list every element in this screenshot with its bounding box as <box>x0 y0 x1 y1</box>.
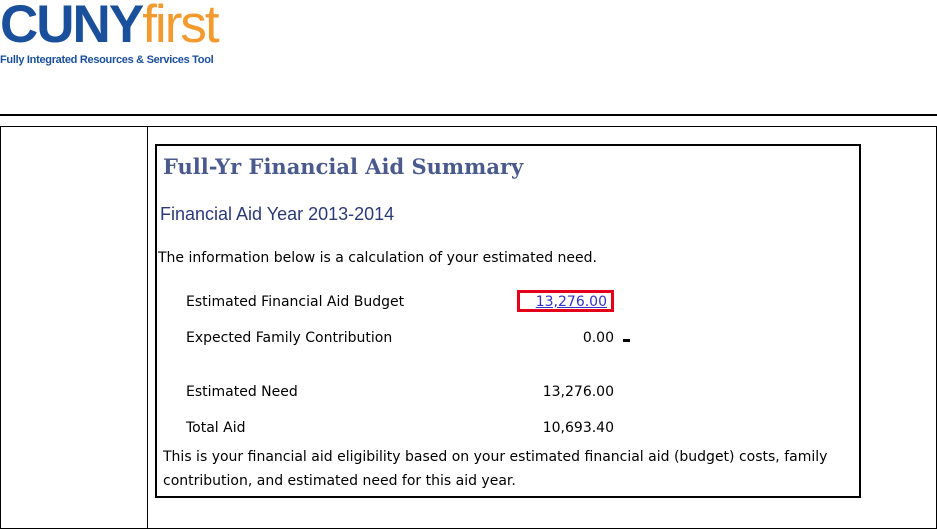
logo-tagline: Fully Integrated Resources & Services To… <box>0 54 214 66</box>
estimated-need-value: 13,276.00 <box>542 384 614 400</box>
eligibility-footnote: This is your financial aid eligibility b… <box>163 449 828 489</box>
intro-text: The information below is a calculation o… <box>158 250 597 266</box>
efc-label: Expected Family Contribution <box>186 330 393 346</box>
total-aid-value: 10,693.40 <box>542 420 614 436</box>
efc-value: 0.00 <box>582 330 614 346</box>
estimated-need-label: Estimated Need <box>186 384 298 400</box>
table-column-divider <box>147 127 148 528</box>
budget-value-link[interactable]: 13,276.00 <box>536 294 607 310</box>
budget-label: Estimated Financial Aid Budget <box>186 294 405 310</box>
cunyfirst-logo: CUNYfirst Fully Integrated Resources & S… <box>0 0 235 72</box>
total-aid-label: Total Aid <box>186 420 246 436</box>
logo-wordmark: CUNYfirst <box>0 0 220 56</box>
header-divider <box>0 114 937 116</box>
logo-cuny-text: CUNY <box>0 0 144 54</box>
aid-year-heading: Financial Aid Year 2013-2014 <box>160 204 395 224</box>
logo-first-text: first <box>142 0 219 54</box>
page-title: Full-Yr Financial Aid Summary <box>163 154 524 179</box>
financial-aid-summary-panel: Full-Yr Financial Aid Summary Financial … <box>155 144 861 498</box>
budget-value-highlight[interactable]: 13,276.00 <box>517 290 614 312</box>
dash-mark <box>623 339 630 342</box>
